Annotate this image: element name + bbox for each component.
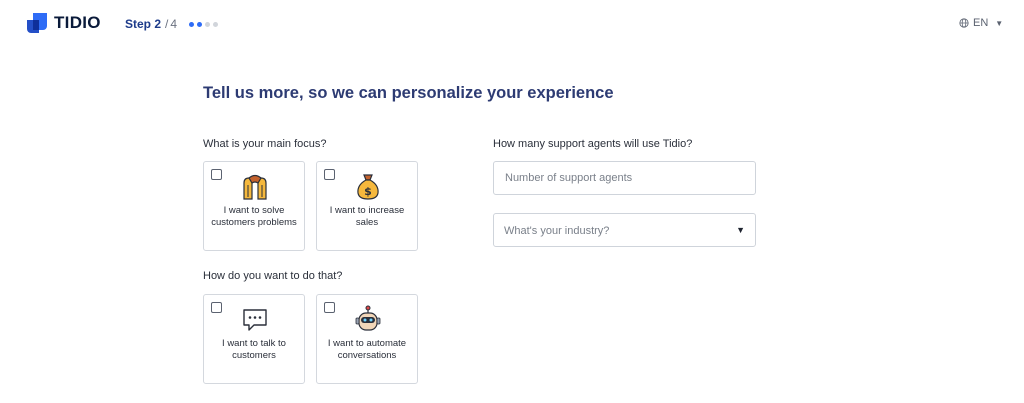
option-label: I want to automate conversations <box>327 338 407 361</box>
option-automate-conversations[interactable]: I want to automate conversations <box>316 294 418 384</box>
agents-field <box>493 161 756 195</box>
checkbox[interactable] <box>324 302 335 313</box>
step-total: 4 <box>170 17 178 31</box>
progress-dot <box>197 21 203 27</box>
option-label: I want to increase sales <box>329 205 405 228</box>
top-bar: TIDIO Step 2 / 4 EN ▼ <box>0 0 1024 48</box>
globe-icon <box>959 18 969 28</box>
money-bag-icon: $ <box>357 174 379 200</box>
helping-hands-icon <box>243 174 267 200</box>
progress-dots <box>189 21 219 27</box>
tidio-logo[interactable]: TIDIO <box>26 12 101 34</box>
step-separator: / <box>165 17 169 31</box>
tidio-logo-icon <box>27 13 47 33</box>
focus-question: What is your main focus? <box>203 138 327 150</box>
step-current: Step 2 <box>125 17 162 31</box>
chat-bubble-icon <box>243 309 267 331</box>
industry-select[interactable]: What's your industry? ▼ <box>493 213 756 247</box>
chevron-down-icon: ▼ <box>995 18 1004 28</box>
option-talk-to-customers[interactable]: I want to talk to customers <box>203 294 305 384</box>
option-label: I want to solve customers problems <box>211 205 297 228</box>
checkbox[interactable] <box>211 302 222 313</box>
progress-dot <box>205 21 211 27</box>
checkbox[interactable] <box>211 169 222 180</box>
agents-question: How many support agents will use Tidio? <box>493 138 693 150</box>
option-solve-problems[interactable]: I want to solve customers problems <box>203 161 305 251</box>
language-label: EN <box>973 17 989 29</box>
progress-dot <box>189 21 195 27</box>
industry-placeholder: What's your industry? <box>504 225 610 237</box>
progress-dot <box>213 21 219 27</box>
logo-text: TIDIO <box>54 13 101 32</box>
robot-icon <box>355 305 381 331</box>
option-increase-sales[interactable]: $ I want to increase sales <box>316 161 418 251</box>
option-label: I want to talk to customers <box>222 338 286 361</box>
chevron-down-icon: ▼ <box>736 225 745 235</box>
checkbox[interactable] <box>324 169 335 180</box>
language-selector[interactable]: EN ▼ <box>959 17 1003 29</box>
support-agents-input[interactable] <box>494 162 735 194</box>
step-indicator: Step 2 / 4 <box>125 17 219 31</box>
svg-text:$: $ <box>364 185 372 198</box>
method-question: How do you want to do that? <box>203 270 343 282</box>
page-title: Tell us more, so we can personalize your… <box>203 84 614 102</box>
